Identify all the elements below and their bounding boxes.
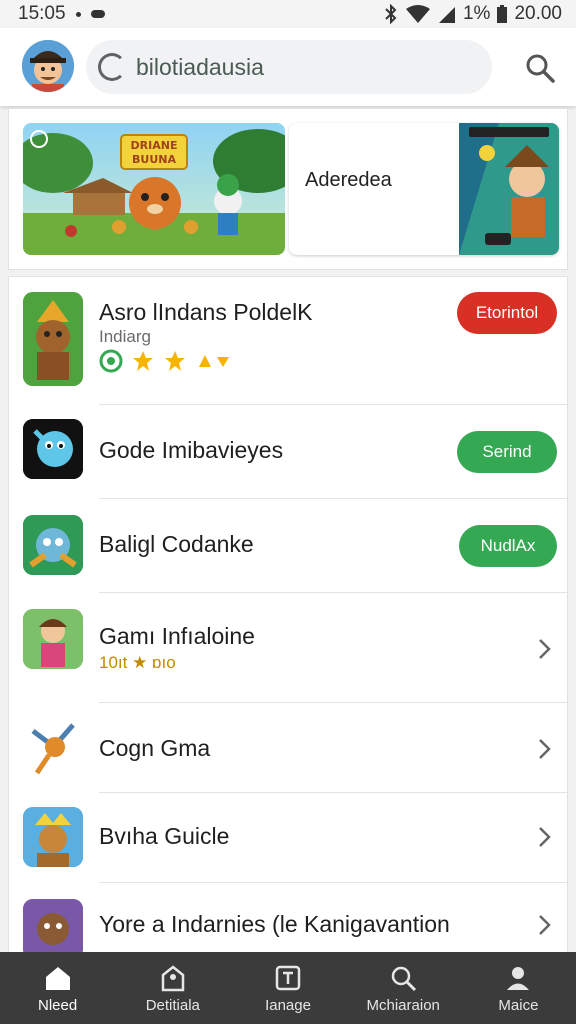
search-icon [391,966,417,991]
half-star-icon [199,355,229,367]
list-item[interactable]: Gamı Infıaloine 10ıt ★ ɒıo [9,593,567,703]
app-title: Bvıha Guicle [99,823,230,849]
search-text: bilotiadausia [136,53,264,80]
home-icon [45,966,70,990]
nav-home[interactable]: Nleed [0,952,115,1024]
app-subtitle: Indiarg [99,327,151,346]
nav-manage[interactable]: Ianage [230,952,345,1024]
list-item[interactable]: Asro lIndans PoldelK Indiarg Etorintol [9,277,567,405]
app-icon [23,292,83,386]
install-button[interactable]: NudlAx [459,525,557,567]
install-button-label: Etorintol [475,303,539,322]
star-icon [165,351,185,371]
side-banner-art [459,123,559,255]
chevron-right-icon[interactable] [537,737,553,761]
app-icon [23,807,83,867]
nav-label: Nleed [38,996,78,1014]
list-item[interactable]: Baligl Codanke NudlAx [9,499,567,593]
app-icon [23,609,83,669]
app-icon [23,419,83,479]
nav-label: Detitiala [145,996,200,1014]
nav-label: Maice [498,996,539,1014]
star-icon [133,351,153,371]
battery-percent: 1% [462,3,491,24]
avatar[interactable] [22,40,74,92]
nav-search[interactable]: Mchiaraion [346,952,461,1024]
banner-title-line: DRIANE [131,139,178,152]
app-title: Gode Imibavieyes [99,437,284,463]
app-title: Yore a Indarnies (le Kanigavantion [99,911,450,937]
rating-row [99,349,235,373]
app-icon [23,717,83,777]
list-item[interactable]: Gode Imibavieyes Serind [9,405,567,499]
install-button-label: NudlAx [480,536,536,555]
notification-pill-icon [90,10,105,18]
notification-dot-icon [75,11,81,17]
avatar-character-icon [22,40,74,92]
search-bar[interactable]: bilotiadausia [86,40,492,94]
chevron-right-icon[interactable] [537,825,553,849]
status-bar: 15:05 1% 20.00 [0,0,576,28]
game-banner-art: DRIANE BUUNA [23,123,285,255]
tag-icon [161,964,185,991]
search-icon[interactable] [522,50,558,86]
manage-icon [275,965,301,990]
svg-text:BUUNA: BUUNA [132,153,176,166]
signal-icon [438,7,455,23]
install-button[interactable]: Serind [457,431,557,473]
app-icon [23,899,83,955]
app-subtitle: 10ıt ★ ɒıo [99,653,176,672]
app-title: Baligl Codanke [99,531,254,557]
featured-banner-main[interactable]: DRIANE BUUNA [23,123,285,255]
install-button-label: Serind [482,442,532,461]
list-item[interactable]: Bvıha Guicle [9,793,567,883]
nav-label: Ianage [265,996,311,1014]
nav-deals[interactable]: Detitiala [115,952,230,1024]
chevron-right-icon[interactable] [537,913,553,937]
app-list: Asro lIndans PoldelK Indiarg Etorintol G… [8,276,568,956]
wifi-icon [405,5,430,23]
google-g-icon [98,53,126,81]
nav-profile[interactable]: Maice [461,952,576,1024]
app-title: Gamı Infıaloine [99,623,255,649]
list-item[interactable]: Yore a Indarnies (le Kanigavantion [9,883,567,955]
side-banner-label: Aderedea [305,169,392,191]
app-icon [23,515,83,575]
bottom-navigation: Nleed Detitiala Ianage Mchiaraion Maice [0,952,576,1024]
nav-label: Mchiaraion [366,996,440,1014]
chevron-right-icon[interactable] [537,637,553,661]
status-clock: 20.00 [514,3,562,24]
badge-icon [99,349,123,373]
status-time: 15:05 [18,3,66,24]
battery-icon [497,5,508,23]
install-button[interactable]: Etorintol [457,292,557,334]
top-app-bar: bilotiadausia [0,28,576,106]
person-icon [507,966,530,990]
featured-banner-side[interactable]: Aderedea [289,123,559,255]
app-title: Asro lIndans PoldelK [99,299,313,325]
featured-carousel: DRIANE BUUNA Aderedea [8,108,568,270]
app-title: Cogn Gma [99,735,211,761]
list-item[interactable]: Cogn Gma [9,703,567,793]
bluetooth-icon [385,4,397,24]
